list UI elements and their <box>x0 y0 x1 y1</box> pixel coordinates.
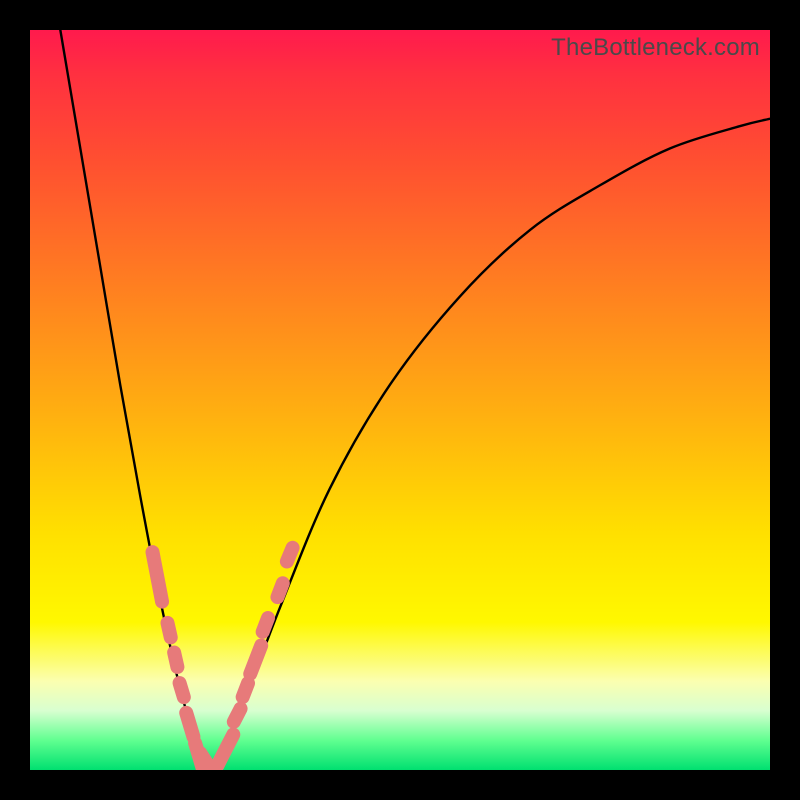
left_curve-path <box>60 30 209 770</box>
chart-frame: TheBottleneck.com <box>30 30 770 770</box>
data-marker <box>167 623 170 637</box>
data-marker <box>263 618 268 632</box>
data-marker <box>243 683 248 697</box>
data-marker <box>174 653 177 667</box>
chart-svg <box>30 30 770 770</box>
data-marker <box>186 713 193 737</box>
marker-layer <box>153 548 293 770</box>
data-marker <box>180 683 184 697</box>
curve-layer <box>60 30 770 770</box>
data-marker <box>277 583 282 597</box>
data-marker <box>153 552 163 601</box>
data-marker <box>250 646 261 674</box>
data-marker <box>217 735 233 766</box>
data-marker <box>287 548 293 562</box>
right_curve-path <box>210 119 770 770</box>
data-marker <box>234 709 241 722</box>
